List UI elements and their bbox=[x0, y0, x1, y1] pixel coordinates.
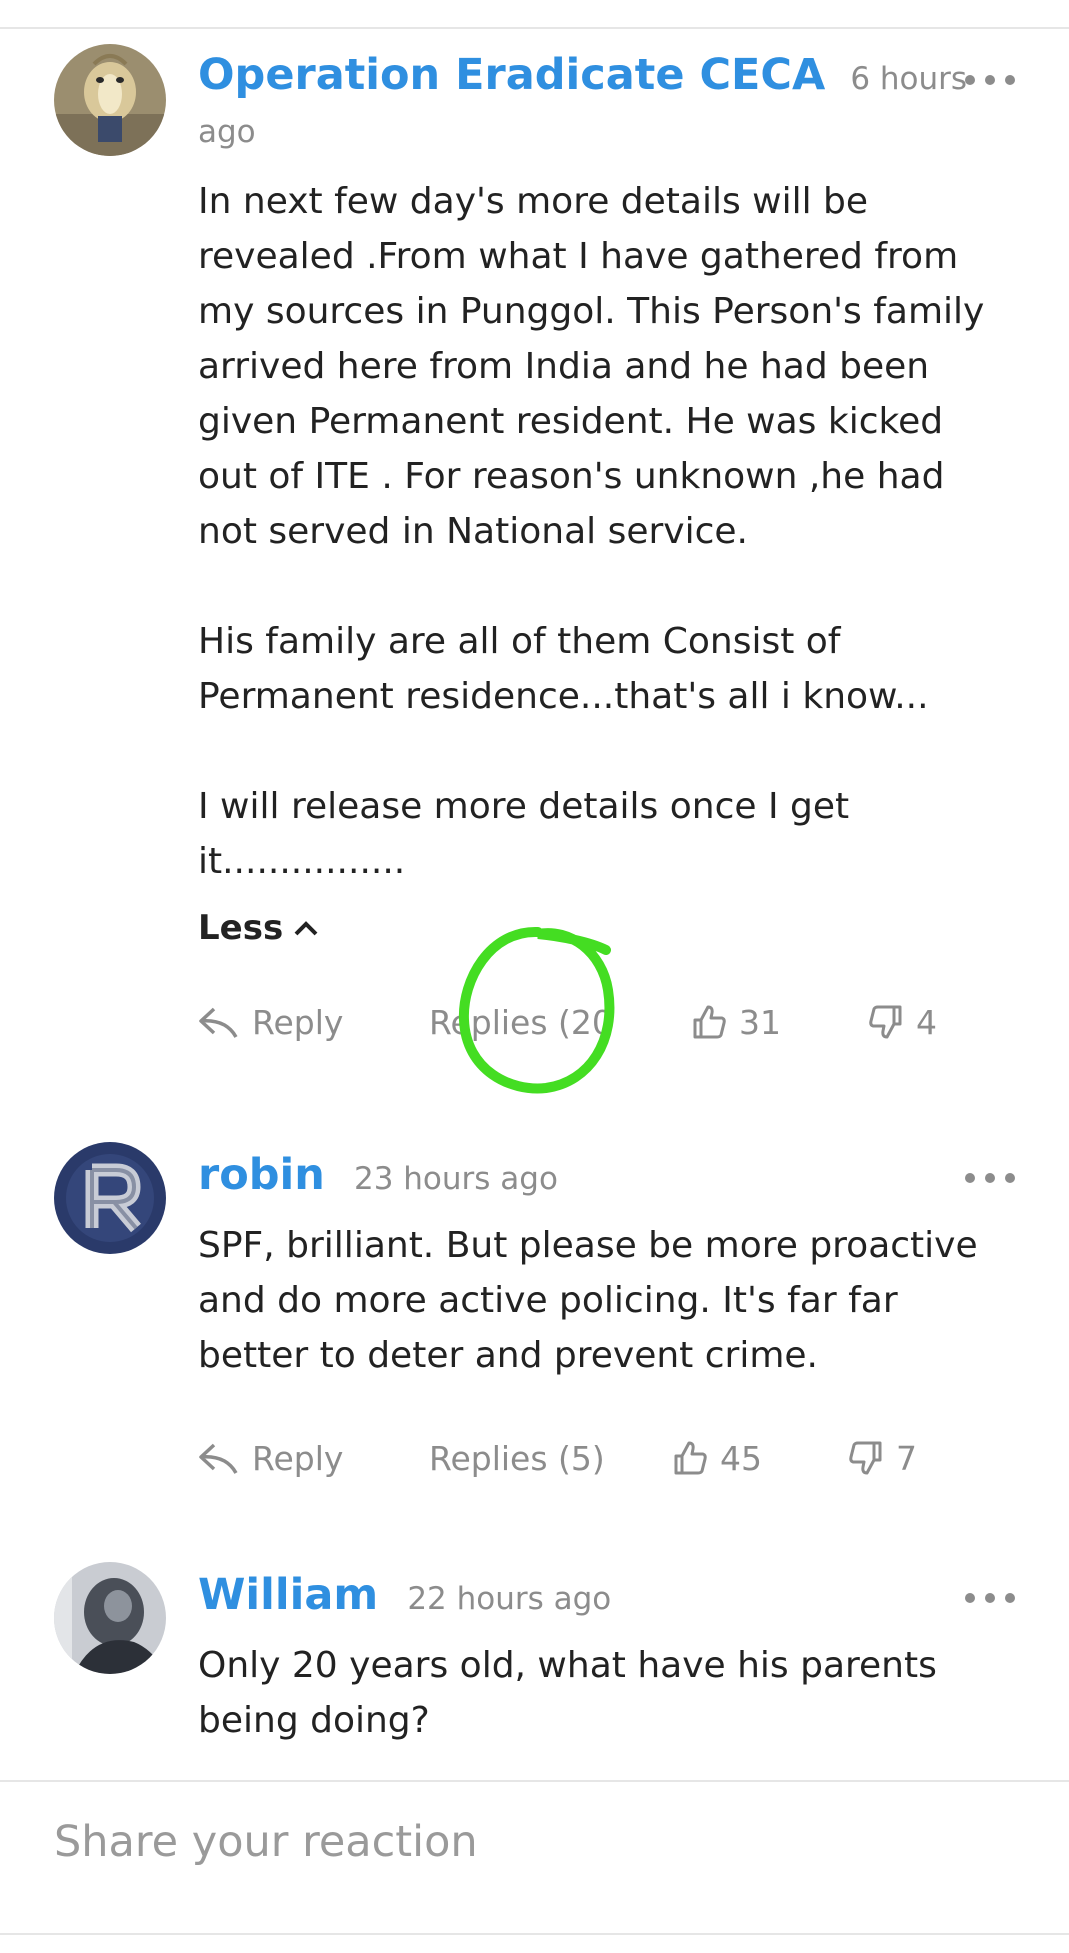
reply-label: Reply bbox=[252, 1002, 344, 1042]
dislike-count: 4 bbox=[916, 1002, 937, 1042]
more-options-icon[interactable] bbox=[965, 70, 1015, 90]
timestamp: 22 hours ago bbox=[407, 1581, 612, 1617]
comment-header: Operation Eradicate CECA 6 hours bbox=[198, 50, 1009, 100]
cobra-avatar-icon bbox=[54, 44, 166, 156]
like-count: 45 bbox=[720, 1438, 762, 1478]
author-name[interactable]: William bbox=[198, 1570, 378, 1620]
comment-item: robin 23 hours ago SPF, brilliant. But p… bbox=[0, 1100, 1069, 1500]
share-reaction-input[interactable] bbox=[54, 1812, 1014, 1872]
comment-actions: Reply Replies (5) 45 7 bbox=[198, 1433, 1018, 1483]
green-circle-annotation bbox=[458, 926, 615, 1094]
avatar[interactable] bbox=[54, 1142, 166, 1254]
reaction-bar bbox=[0, 1782, 1069, 1932]
comment-text: In next few day's more details will be r… bbox=[198, 181, 985, 882]
avatar[interactable] bbox=[54, 1562, 166, 1674]
less-toggle-label: Less bbox=[198, 908, 284, 948]
reply-button[interactable]: Reply bbox=[198, 1433, 343, 1483]
like-button[interactable]: 31 bbox=[691, 997, 781, 1047]
dislike-button[interactable]: 7 bbox=[848, 1433, 917, 1483]
reply-button[interactable]: Reply bbox=[198, 997, 343, 1047]
divider bbox=[0, 1933, 1069, 1935]
timestamp-continued: ago bbox=[198, 114, 256, 150]
photo-avatar-icon bbox=[54, 1562, 166, 1674]
comment-text: Only 20 years old, what have his parents… bbox=[198, 1645, 937, 1741]
more-options-icon[interactable] bbox=[965, 1168, 1015, 1188]
comment-item: Operation Eradicate CECA 6 hours ago In … bbox=[0, 0, 1069, 1100]
like-button[interactable]: 45 bbox=[672, 1433, 762, 1483]
author-name[interactable]: Operation Eradicate CECA bbox=[198, 50, 825, 100]
more-options-icon[interactable] bbox=[965, 1588, 1015, 1608]
chevron-up-icon bbox=[294, 921, 318, 936]
thumbs-up-icon bbox=[674, 1441, 707, 1475]
thumbs-up-icon bbox=[693, 1005, 726, 1039]
letter-r-avatar-icon bbox=[54, 1142, 166, 1254]
thumbs-down-icon bbox=[869, 1005, 902, 1039]
like-count: 31 bbox=[739, 1002, 781, 1042]
replies-label: Replies (5) bbox=[429, 1438, 605, 1478]
reply-arrow-icon bbox=[199, 1443, 238, 1474]
reply-label: Reply bbox=[252, 1438, 344, 1478]
thumbs-down-icon bbox=[849, 1441, 882, 1475]
replies-button[interactable]: Replies (5) bbox=[429, 1433, 605, 1483]
dislike-button[interactable]: 4 bbox=[868, 997, 937, 1047]
comment-item: William 22 hours ago Only 20 years old, … bbox=[0, 1520, 1069, 1780]
comment-header: William 22 hours ago bbox=[198, 1570, 1009, 1620]
author-name[interactable]: robin bbox=[198, 1150, 325, 1200]
comment-text: SPF, brilliant. But please be more proac… bbox=[198, 1225, 978, 1376]
timestamp: 6 hours bbox=[850, 61, 968, 97]
less-toggle[interactable]: Less bbox=[198, 908, 319, 948]
avatar[interactable] bbox=[54, 44, 166, 156]
reply-arrow-icon bbox=[199, 1007, 238, 1038]
timestamp: 23 hours ago bbox=[353, 1161, 558, 1197]
dislike-count: 7 bbox=[896, 1438, 917, 1478]
comment-header: robin 23 hours ago bbox=[198, 1150, 1009, 1200]
